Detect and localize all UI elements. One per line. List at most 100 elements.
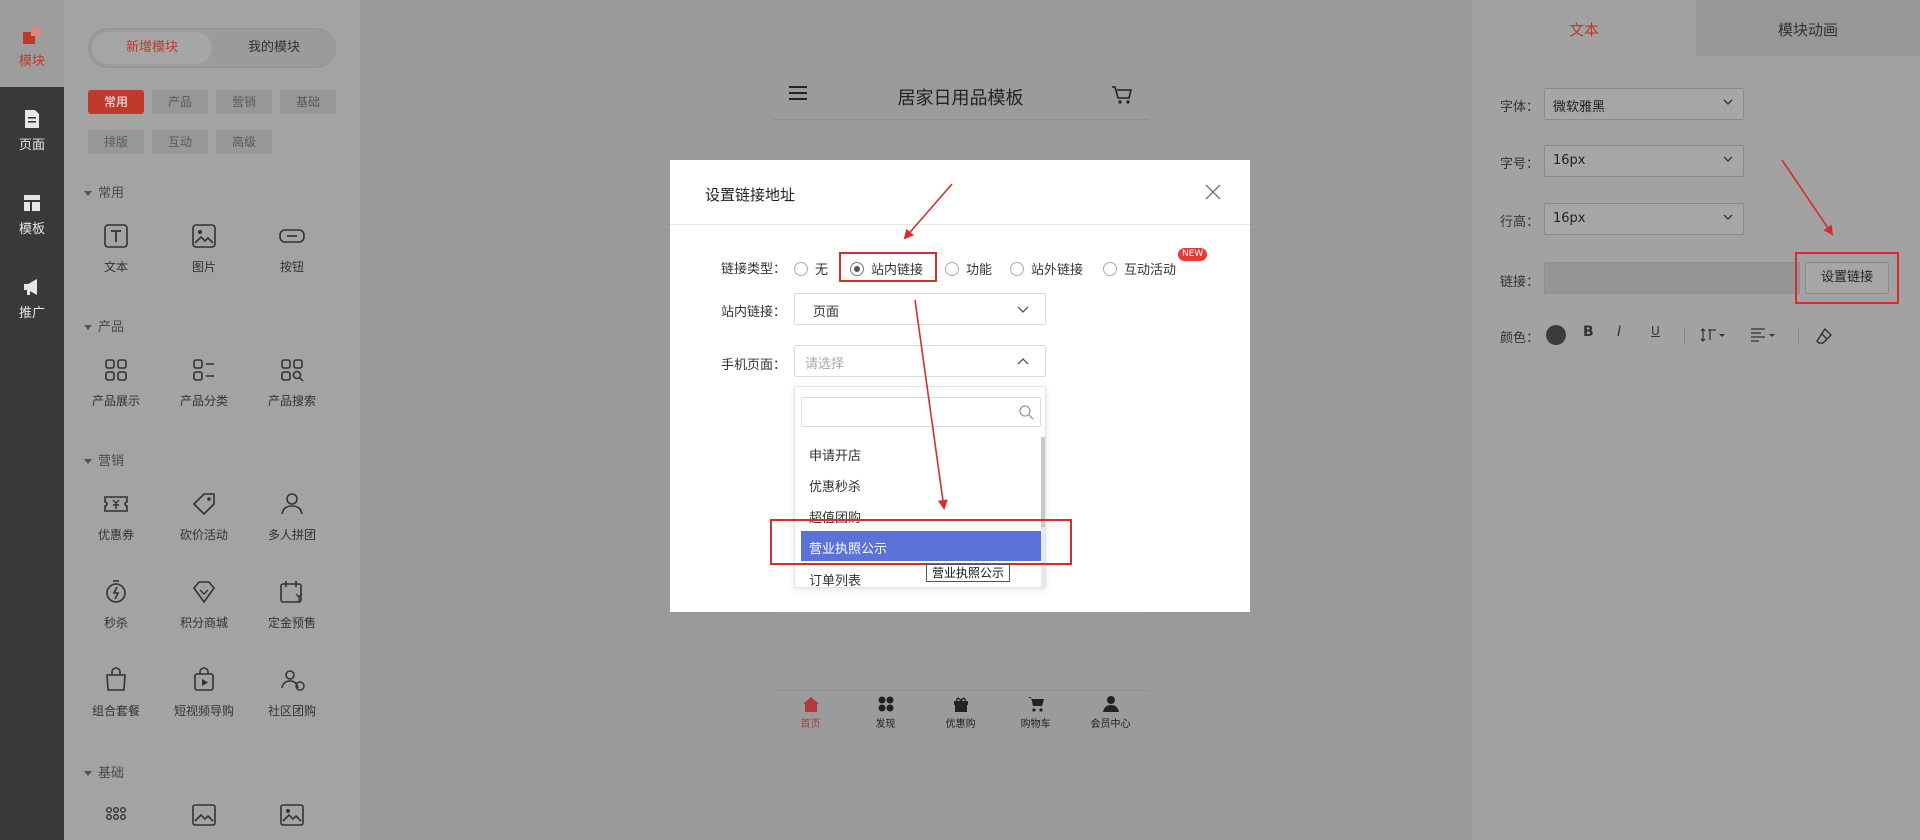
nav-label-modules: 模块 (18, 54, 45, 69)
link-input[interactable] (1544, 262, 1800, 294)
annotation-box-selected-item (770, 519, 1072, 565)
module-basic-3[interactable] (248, 802, 336, 838)
eraser-icon[interactable] (1815, 327, 1833, 345)
module-short-video[interactable]: 短视频导购 (160, 666, 248, 719)
tag-layout[interactable]: 排版 (88, 130, 144, 154)
module-group-buy[interactable]: 多人拼团 (248, 490, 336, 543)
bag-icon (106, 667, 126, 691)
cart-icon[interactable] (1111, 84, 1133, 106)
chevron-up-icon (1017, 358, 1029, 365)
module-flash-sale[interactable]: 秒杀 (72, 578, 160, 631)
italic-icon[interactable]: I (1617, 324, 1621, 340)
community-icon (281, 670, 305, 691)
section-header-basic[interactable]: 基础 (84, 762, 124, 781)
tab-discover[interactable]: 发现 (848, 695, 923, 730)
nav-item-page[interactable]: 页面 (0, 108, 64, 153)
inner-link-select[interactable]: 页面 (794, 293, 1046, 325)
tab-module-animation[interactable]: 模块动画 (1696, 0, 1920, 56)
left-nav: 模块 页面 模板 推广 (0, 0, 64, 840)
tag-product[interactable]: 产品 (152, 90, 208, 114)
line-spacing-icon[interactable] (1700, 327, 1726, 343)
page-icon (25, 110, 39, 128)
radio-circle (1103, 262, 1117, 276)
search-icon (1019, 405, 1034, 420)
radio-function[interactable]: 功能 (945, 259, 992, 278)
module-panel: 新增模块 我的模块 常用 产品 营销 基础 排版 互动 高级 常用 文本 图片 … (64, 0, 360, 840)
nav-item-promote[interactable]: 推广 (0, 276, 64, 321)
module-bargain[interactable]: 砍价活动 (160, 490, 248, 543)
segment-my-modules[interactable]: 我的模块 (214, 32, 334, 64)
tag-marketing[interactable]: 营销 (216, 90, 272, 114)
category-icon (193, 359, 214, 381)
font-label: 字体： (1500, 100, 1540, 115)
diamond-icon (192, 581, 216, 604)
nav-item-modules[interactable]: 模块 (0, 24, 64, 69)
mobile-page-select[interactable]: 请选择 (794, 345, 1046, 377)
lineheight-select[interactable]: 16px (1544, 203, 1744, 235)
tag-basic[interactable]: 基础 (280, 90, 336, 114)
tab-text[interactable]: 文本 (1472, 0, 1696, 56)
scrollbar-thumb[interactable] (1041, 437, 1045, 527)
item-tooltip: 营业执照公示 (926, 564, 1011, 582)
module-community-group[interactable]: 社区团购 (248, 666, 336, 719)
link-type-label: 链接类型： (721, 262, 787, 277)
nav-item-template[interactable]: 模板 (0, 192, 64, 237)
size-select[interactable]: 16px (1544, 145, 1744, 177)
tab-member[interactable]: 会员中心 (1073, 695, 1148, 730)
image-icon (280, 804, 304, 826)
module-basic-2[interactable] (160, 802, 248, 838)
bold-icon[interactable]: B (1583, 324, 1594, 340)
dropdown-search-input[interactable] (801, 397, 1041, 427)
font-select[interactable]: 微软雅黑 (1544, 88, 1744, 120)
align-icon[interactable] (1750, 327, 1778, 343)
module-segment-control: 新增模块 我的模块 (88, 28, 336, 68)
section-header-common[interactable]: 常用 (84, 182, 124, 201)
tab-deals[interactable]: 优惠购 (923, 695, 998, 730)
radio-interactive-activity[interactable]: 互动活动 (1103, 259, 1176, 278)
section-header-marketing[interactable]: 营销 (84, 450, 124, 469)
module-presale[interactable]: 定金预售 (248, 578, 336, 631)
radio-circle (945, 262, 959, 276)
tag-common[interactable]: 常用 (88, 90, 144, 114)
tag-advanced[interactable]: 高级 (216, 130, 272, 154)
search-grid-icon (281, 359, 304, 382)
module-points-mall[interactable]: 积分商城 (160, 578, 248, 631)
toolbar-divider (1798, 328, 1799, 344)
close-icon[interactable] (1203, 182, 1223, 202)
module-image[interactable]: 图片 (160, 222, 248, 275)
module-basic-1[interactable] (72, 802, 160, 838)
phone-tabbar: 首页 发现 优惠购 购物车 会员中心 (773, 690, 1148, 735)
module-combo[interactable]: 组合套餐 (72, 666, 160, 719)
toolbar-divider (1684, 328, 1685, 344)
tag-icon (192, 493, 215, 516)
radio-circle (794, 262, 808, 276)
tab-home[interactable]: 首页 (773, 695, 848, 730)
cart-icon (1027, 697, 1044, 712)
text-icon (104, 224, 128, 248)
people-icon (281, 493, 303, 515)
underline-icon[interactable]: U (1651, 324, 1660, 338)
module-coupon[interactable]: 优惠券 (72, 490, 160, 543)
module-product-search[interactable]: 产品搜索 (248, 356, 336, 409)
radio-external-link[interactable]: 站外链接 (1010, 259, 1083, 278)
chevron-down-icon (1017, 306, 1029, 313)
color-swatch[interactable] (1546, 325, 1566, 345)
dropdown-item[interactable]: 优惠秒杀 (795, 469, 1041, 499)
property-panel: 文本 模块动画 字体： 字号： 行高： 链接： 颜色： (1472, 0, 1920, 840)
tag-interact[interactable]: 互动 (152, 130, 208, 154)
module-button[interactable]: 按钮 (248, 222, 336, 275)
image-icon (192, 804, 216, 826)
segment-new-modules[interactable]: 新增模块 (92, 32, 212, 64)
module-product-category[interactable]: 产品分类 (160, 356, 248, 409)
dropdown-item[interactable]: 申请开店 (795, 438, 1041, 468)
radio-none[interactable]: 无 (794, 259, 828, 278)
apps-icon (878, 696, 893, 712)
blocks-icon (23, 26, 41, 44)
section-header-product[interactable]: 产品 (84, 316, 124, 335)
inner-link-label: 站内链接： (721, 305, 787, 320)
module-product-display[interactable]: 产品展示 (72, 356, 160, 409)
radio-circle (1010, 262, 1024, 276)
chevron-down-icon (1723, 99, 1733, 105)
tab-cart[interactable]: 购物车 (998, 695, 1073, 730)
module-text[interactable]: 文本 (72, 222, 160, 275)
